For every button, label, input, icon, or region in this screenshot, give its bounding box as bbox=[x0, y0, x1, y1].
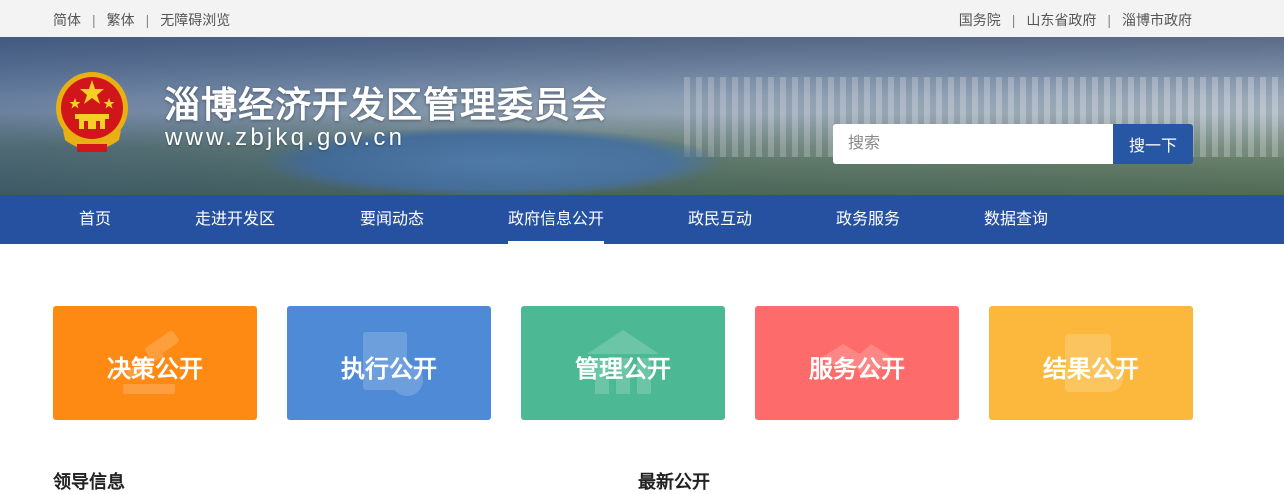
divider: | bbox=[1107, 12, 1111, 28]
nav-item-news[interactable]: 要闻动态 bbox=[360, 195, 424, 244]
traditional-chinese-link[interactable]: 繁体 bbox=[107, 10, 135, 30]
government-links: 国务院 | 山东省政府 | 淄博市政府 bbox=[959, 10, 1192, 30]
main-nav: 首页 走进开发区 要闻动态 政府信息公开 政民互动 政务服务 数据查询 bbox=[0, 195, 1284, 244]
nav-item-interaction[interactable]: 政民互动 bbox=[688, 195, 752, 244]
tile-management-disclosure[interactable]: 管理公开 bbox=[521, 306, 725, 420]
tile-label: 执行公开 bbox=[341, 355, 437, 383]
national-emblem-icon bbox=[56, 72, 128, 152]
tile-decision-disclosure[interactable]: 决策公开 bbox=[53, 306, 257, 420]
nav-item-gov-info[interactable]: 政府信息公开 bbox=[508, 195, 605, 244]
search-bar: 搜一下 bbox=[833, 124, 1193, 164]
divider: | bbox=[1011, 12, 1016, 28]
language-links: 简体 | 繁体 | 无障碍浏览 bbox=[53, 10, 230, 30]
tile-label: 管理公开 bbox=[575, 355, 671, 383]
tile-label: 结果公开 bbox=[1043, 355, 1139, 383]
simplified-chinese-link[interactable]: 简体 bbox=[53, 10, 81, 30]
tile-label: 服务公开 bbox=[809, 355, 905, 383]
divider: | bbox=[92, 12, 96, 28]
section-heading-latest: 最新公开 bbox=[638, 472, 710, 492]
top-utility-bar: 简体 | 繁体 | 无障碍浏览 国务院 | 山东省政府 | 淄博市政府 bbox=[0, 0, 1284, 37]
shandong-government-link[interactable]: 山东省政府 bbox=[1026, 10, 1096, 30]
site-url: www.zbjkq.gov.cn bbox=[165, 124, 406, 151]
section-heading-leadership: 领导信息 bbox=[53, 472, 125, 492]
nav-item-data-query[interactable]: 数据查询 bbox=[984, 195, 1048, 244]
accessibility-link[interactable]: 无障碍浏览 bbox=[160, 10, 230, 30]
nav-item-about[interactable]: 走进开发区 bbox=[195, 195, 275, 244]
tile-execution-disclosure[interactable]: 执行公开 bbox=[287, 306, 491, 420]
search-button[interactable]: 搜一下 bbox=[1113, 124, 1193, 164]
site-title: 淄博经济开发区管理委员会 bbox=[164, 85, 609, 126]
tile-result-disclosure[interactable]: 结果公开 bbox=[989, 306, 1193, 420]
tile-service-disclosure[interactable]: 服务公开 bbox=[755, 306, 959, 420]
zibo-government-link[interactable]: 淄博市政府 bbox=[1122, 10, 1192, 30]
divider: | bbox=[145, 12, 150, 28]
search-input[interactable] bbox=[833, 124, 1113, 164]
nav-item-services[interactable]: 政务服务 bbox=[836, 195, 900, 244]
nav-item-home[interactable]: 首页 bbox=[79, 195, 111, 244]
state-council-link[interactable]: 国务院 bbox=[959, 10, 1001, 30]
tile-label: 决策公开 bbox=[107, 355, 203, 383]
